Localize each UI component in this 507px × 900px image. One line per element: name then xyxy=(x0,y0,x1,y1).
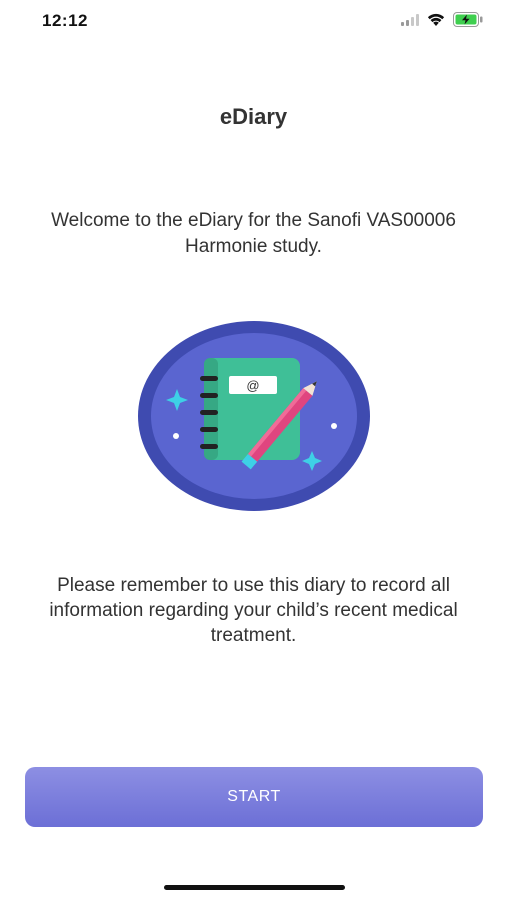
page-title: eDiary xyxy=(219,104,288,129)
welcome-message: Welcome to the eDiary for the Sanofi VAS… xyxy=(51,210,456,257)
diary-notebook-pencil-icon: @ xyxy=(138,321,370,511)
status-bar: 12:12 xyxy=(0,0,507,44)
start-button[interactable]: START xyxy=(25,767,483,827)
cellular-signal-icon xyxy=(401,13,419,26)
wifi-icon xyxy=(427,13,445,26)
notebook-label: @ xyxy=(246,378,259,393)
home-indicator[interactable] xyxy=(164,885,345,890)
battery-charging-icon xyxy=(453,12,483,27)
reminder-message: Please remember to use this diary to rec… xyxy=(49,575,458,646)
status-icons xyxy=(401,12,483,27)
ediary-welcome-screen: 12:12 eDiary Welcome to the eDiary for t… xyxy=(0,0,507,900)
status-time: 12:12 xyxy=(42,11,88,30)
